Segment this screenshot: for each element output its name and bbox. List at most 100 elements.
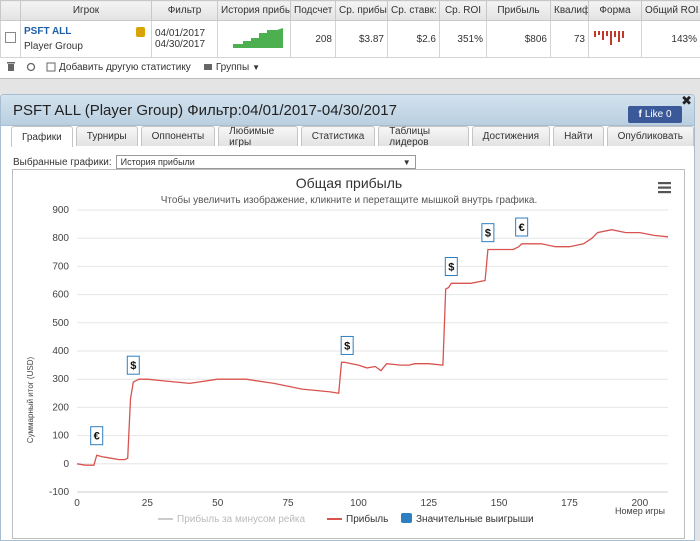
add-stats-button[interactable]: Добавить другую статистику (46, 62, 191, 73)
header-count[interactable]: Подсчет (291, 1, 336, 21)
chart-legend: Прибыль за минусом рейка Прибыль Значитель… (158, 513, 534, 525)
panel-tabs: Графики Турниры Оппоненты Любимые игры С… (11, 126, 694, 147)
tab-statistics[interactable]: Статистика (301, 126, 376, 146)
menu-icon[interactable] (658, 182, 671, 193)
x-tick-label: 150 (491, 498, 508, 509)
stats-header-row: Игрок Фильтр История прибы Подсчет Ср. п… (1, 1, 700, 21)
facebook-icon: f (638, 109, 641, 120)
header-filter[interactable]: Фильтр (152, 1, 218, 21)
y-tick-label: -100 (49, 487, 69, 498)
legend-swatch-big-wins (401, 513, 412, 523)
y-tick-label: 600 (52, 290, 69, 301)
profit-chart[interactable]: Общая прибыль Чтобы увеличить изображени… (13, 170, 684, 538)
header-player[interactable]: Игрок (21, 1, 152, 21)
player-name-link[interactable]: PSFT ALL (24, 26, 148, 37)
y-tick-label: 800 (52, 233, 69, 244)
legend-item-big-wins: Значительные выигрыши (416, 514, 534, 525)
groups-icon (203, 62, 213, 72)
tab-publish[interactable]: Опубликовать (607, 126, 694, 146)
marker-label: $ (485, 228, 491, 240)
groups-button[interactable]: Группы ▼ (203, 62, 260, 73)
tab-charts[interactable]: Графики (11, 126, 73, 147)
header-form[interactable]: Форма (589, 1, 642, 21)
tab-tournaments[interactable]: Турниры (76, 126, 138, 146)
series-line-profit (77, 230, 668, 466)
stats-toolbar: Добавить другую статистику Группы ▼ (0, 57, 700, 77)
chart-container[interactable]: Общая прибыль Чтобы увеличить изображени… (12, 169, 685, 539)
big-win-marker: € (516, 218, 528, 236)
marker-label: $ (130, 360, 136, 372)
add-stats-label: Добавить другую статистику (59, 62, 191, 73)
tab-favorite-games[interactable]: Любимые игры (218, 126, 298, 146)
y-tick-label: 200 (52, 402, 69, 413)
x-tick-label: 125 (420, 498, 437, 509)
tab-opponents[interactable]: Оппоненты (141, 126, 216, 146)
fb-like-label: Like 0 (645, 109, 672, 120)
big-win-marker: $ (127, 356, 139, 374)
trash-icon[interactable] (6, 62, 16, 72)
panel-title: PSFT ALL (Player Group) Фильтр:04/01/201… (13, 102, 397, 119)
header-itm[interactable]: Квалиф (551, 1, 589, 21)
y-tick-label: 700 (52, 261, 69, 272)
count-cell: 208 (291, 21, 336, 58)
header-avg-roi[interactable]: Ср. ROI (440, 1, 487, 21)
chart-title: Общая прибыль (296, 175, 402, 191)
select-all-header (1, 1, 21, 21)
table-row: PSFT ALL Player Group 04/01/2017 04/30/2… (1, 21, 700, 58)
marker-label: € (94, 431, 100, 443)
y-tick-label: 500 (52, 318, 69, 329)
avg-roi-cell: 351% (440, 21, 487, 58)
y-tick-label: 300 (52, 374, 69, 385)
add-stats-icon (46, 62, 56, 72)
history-cell (218, 21, 291, 58)
close-icon[interactable]: ✖ (681, 93, 692, 109)
header-profit[interactable]: Прибыль (487, 1, 551, 21)
total-roi-cell: 143% (642, 21, 700, 58)
legend-item-rake: Прибыль за минусом рейка (177, 513, 306, 525)
y-tick-label: 0 (63, 459, 69, 470)
filter-to: 04/30/2017 (155, 39, 214, 50)
header-avg-stake[interactable]: Ср. ставк: (388, 1, 440, 21)
filter-cell: 04/01/2017 04/30/2017 (152, 21, 218, 58)
chevron-down-icon: ▼ (252, 63, 260, 72)
x-tick-label: 100 (350, 498, 367, 509)
profit-sparkline (221, 27, 285, 49)
x-tick-label: 25 (142, 498, 154, 509)
legend-item-profit: Прибыль (346, 513, 388, 525)
x-tick-label: 50 (212, 498, 224, 509)
chart-selector-row: Выбранные графики: История прибыли ▼ (13, 155, 416, 169)
marker-label: € (519, 222, 525, 234)
chart-markers: €$$$$€ (91, 218, 528, 445)
chart-series (77, 230, 668, 466)
header-avg-profit[interactable]: Ср. прибы (336, 1, 388, 21)
tab-achievements[interactable]: Достижения (472, 126, 550, 146)
row-checkbox[interactable] (5, 32, 16, 43)
groups-label: Группы (216, 62, 249, 73)
avg-profit-cell: $3.87 (336, 21, 388, 58)
itm-cell: 73 (551, 21, 589, 58)
x-tick-label: 200 (632, 498, 649, 509)
tab-leaderboards[interactable]: Таблицы лидеров (378, 126, 468, 146)
big-win-marker: $ (482, 224, 494, 242)
y-tick-label: 100 (52, 431, 69, 442)
y-tick-label: 900 (52, 205, 69, 216)
panel-header: PSFT ALL (Player Group) Фильтр:04/01/201… (1, 95, 694, 126)
tab-find[interactable]: Найти (553, 126, 604, 146)
y-axis-label: Суммарный итог (USD) (26, 357, 35, 444)
profit-cell: $806 (487, 21, 551, 58)
big-win-marker: € (91, 427, 103, 445)
big-win-marker: $ (445, 258, 457, 276)
chart-select-value: История прибыли (121, 157, 195, 167)
header-history[interactable]: История прибы (218, 1, 291, 21)
x-tick-label: 175 (561, 498, 578, 509)
form-cell (589, 21, 642, 58)
header-total-roi[interactable]: Общий ROI (642, 1, 700, 21)
refresh-icon[interactable] (26, 62, 36, 72)
row-checkbox-cell (1, 21, 21, 58)
filter-from: 04/01/2017 (155, 28, 214, 39)
chart-select[interactable]: История прибыли ▼ (116, 155, 416, 169)
player-group-label: Player Group (24, 41, 148, 52)
player-panel: PSFT ALL (Player Group) Фильтр:04/01/201… (0, 94, 695, 541)
facebook-like-button[interactable]: f Like 0 (628, 106, 682, 123)
award-icon (136, 27, 145, 37)
